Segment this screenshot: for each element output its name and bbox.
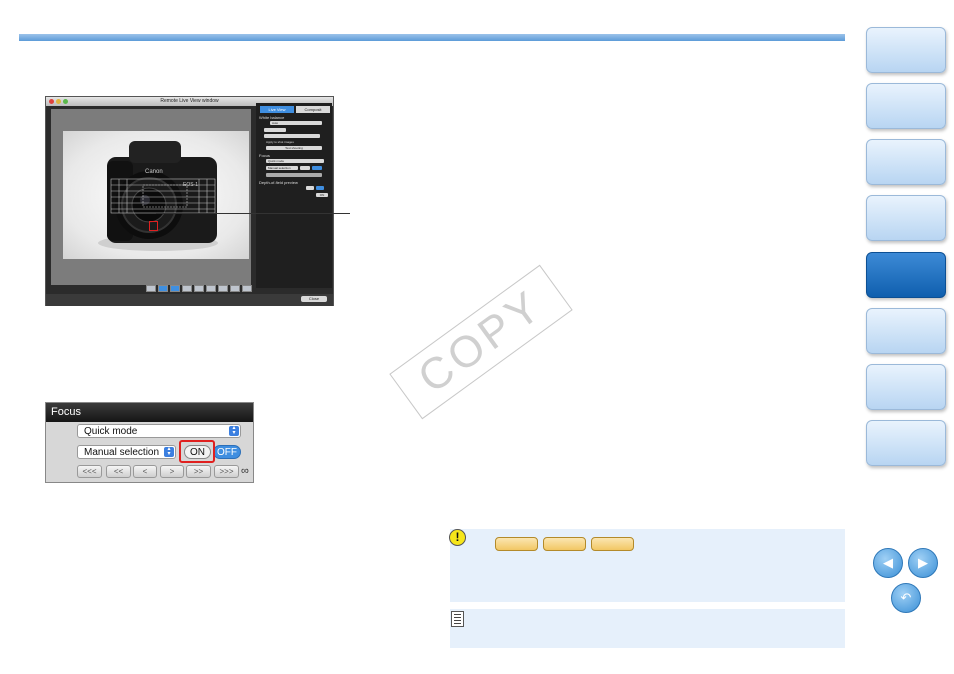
toolbar-button[interactable] [218, 285, 228, 292]
watermark: COPY [389, 264, 573, 420]
off-button[interactable]: OFF [213, 445, 241, 459]
focus-near-3-button[interactable]: <<< [77, 465, 102, 478]
infinity-icon: ∞ [241, 465, 249, 477]
tab-live-view[interactable]: Live View [260, 106, 294, 113]
nav-tab-2[interactable] [866, 83, 946, 129]
nav-tab-6[interactable] [866, 308, 946, 354]
focus-near-2-button[interactable]: << [106, 465, 131, 478]
select-arrows-icon: ▴ ▾ [164, 446, 174, 457]
focus-panel: Focus Quick mode ▴ ▾ Manual selection ▴ ▾ … [45, 402, 254, 483]
step-mini[interactable] [266, 173, 322, 177]
toolbar-button[interactable] [170, 285, 180, 292]
toolbar-button[interactable] [146, 285, 156, 292]
af-selection-select[interactable]: Manual selection ▴ ▾ [77, 445, 176, 459]
camera-model-tag [591, 537, 634, 551]
toolbar-button[interactable] [230, 285, 240, 292]
close-button[interactable]: Close [301, 296, 327, 302]
focus-far-3-button[interactable]: >>> [214, 465, 239, 478]
focus-mode-value: Quick mode [84, 426, 138, 437]
test-shooting-button[interactable]: Test shooting [266, 146, 322, 150]
off-mini[interactable] [312, 166, 322, 170]
nav-tab-7[interactable] [866, 364, 946, 410]
wb-field[interactable] [264, 134, 320, 138]
focus-label-mini: Focus [259, 153, 270, 158]
nav-tab-4[interactable] [866, 195, 946, 241]
live-view-area: Canon EOS-1 [51, 109, 251, 285]
dof-label: Depth-of-field preview [259, 180, 298, 185]
dof-off-mini[interactable] [316, 186, 324, 190]
toolbar-button[interactable] [206, 285, 216, 292]
settings-panel: Live View Composit White balance Auto Ap… [256, 103, 332, 288]
toolbar-button[interactable] [194, 285, 204, 292]
focus-far-1-button[interactable]: > [160, 465, 184, 478]
focus-sel-mini[interactable]: Manual selection [266, 166, 298, 170]
selected-af-point [149, 221, 158, 231]
wb-select[interactable]: Auto [270, 121, 322, 125]
nav-tab-1[interactable] [866, 27, 946, 73]
prev-page-icon[interactable]: ◀ [873, 548, 903, 578]
callout-line [156, 213, 350, 214]
toolbar-button[interactable] [158, 285, 168, 292]
tab-composition[interactable]: Composit [296, 106, 330, 113]
focus-header: Focus [46, 403, 253, 422]
caution-icon: ! [449, 529, 466, 546]
select-arrows-icon: ▴ ▾ [229, 425, 239, 436]
memo-icon [451, 611, 464, 627]
apply-label[interactable]: Apply to shot images [266, 140, 294, 144]
focus-far-2-button[interactable]: >> [186, 465, 211, 478]
next-page-icon[interactable]: ▶ [908, 548, 938, 578]
top-rule [19, 34, 845, 41]
highlight-box [179, 440, 215, 463]
memo-note [450, 609, 845, 648]
wb-slider[interactable] [264, 128, 286, 132]
zoom-dot-icon[interactable] [63, 99, 68, 104]
toolbar-button[interactable] [182, 285, 192, 292]
on-mini[interactable] [300, 166, 310, 170]
live-view-image: Canon EOS-1 [63, 131, 249, 259]
nav-tab-5-active[interactable] [866, 252, 946, 298]
camera-photo: Canon EOS-1 [98, 141, 218, 251]
dof-on-button[interactable]: ON [316, 193, 328, 197]
remote-live-view-window: Remote Live View window Canon EOS-1 Live… [45, 96, 334, 306]
camera-brand-text: Canon [145, 169, 163, 175]
focus-mode-mini[interactable]: Quick mode [266, 159, 324, 163]
camera-model-tag [495, 537, 538, 551]
wb-label: White balance [259, 115, 285, 120]
toolbar-button[interactable] [242, 285, 252, 292]
nav-tab-3[interactable] [866, 139, 946, 185]
af-selection-value: Manual selection [84, 447, 160, 458]
close-dot-icon[interactable] [49, 99, 54, 104]
nav-tab-8[interactable] [866, 420, 946, 466]
dof-on-mini[interactable] [306, 186, 314, 190]
focus-near-1-button[interactable]: < [133, 465, 157, 478]
camera-model-tag [543, 537, 586, 551]
minimize-dot-icon[interactable] [56, 99, 61, 104]
return-icon[interactable]: ↶ [891, 583, 921, 613]
status-bar: Close [46, 294, 333, 306]
view-toolbar [146, 285, 252, 292]
focus-mode-select[interactable]: Quick mode ▴ ▾ [77, 424, 241, 438]
